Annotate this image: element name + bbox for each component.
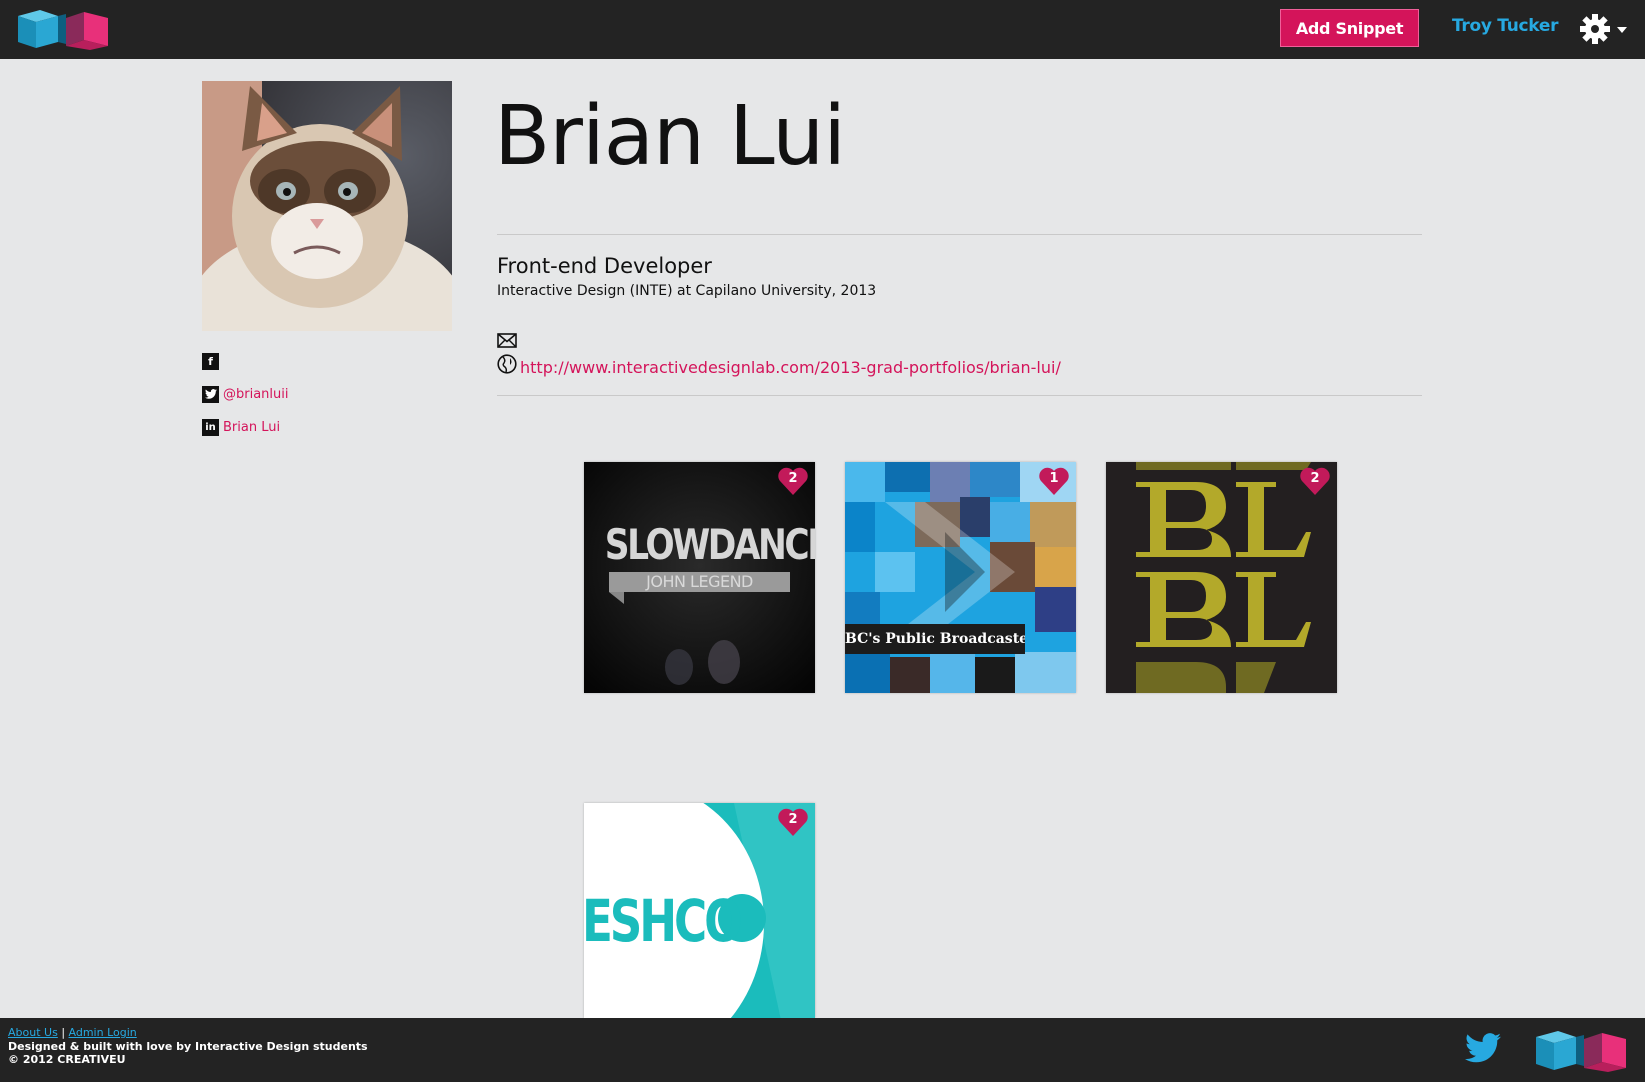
snippet-thumbnail	[1106, 462, 1337, 693]
job-title: Front-end Developer	[497, 254, 712, 278]
snippet-caption: BC's Public Broadcaster	[845, 624, 1025, 654]
like-count: 1	[1049, 471, 1059, 486]
globe-icon	[497, 354, 517, 374]
twitter-handle-link[interactable]: @brianluii	[223, 387, 289, 402]
creativeu-logo[interactable]	[1536, 1028, 1628, 1072]
linkedin-name-link[interactable]: Brian Lui	[223, 420, 280, 435]
avatar	[202, 81, 452, 331]
footer: About Us | Admin Login Designed & built …	[0, 1018, 1645, 1082]
like-badge[interactable]: 2	[1299, 466, 1331, 496]
facebook-icon[interactable]: f	[202, 352, 219, 370]
add-snippet-button[interactable]: Add Snippet	[1280, 9, 1419, 47]
footer-links: About Us | Admin Login	[8, 1026, 137, 1039]
like-count: 2	[1310, 471, 1320, 486]
program-info: Interactive Design (INTE) at Capilano Un…	[497, 283, 877, 299]
footer-copyright: © 2012 CREATIVEU	[8, 1053, 126, 1066]
snippet-subtitle: JOHN LEGEND	[609, 572, 790, 592]
linkedin-link-row: in Brian Lui	[202, 418, 280, 436]
about-us-link[interactable]: About Us	[8, 1026, 58, 1039]
snippet-tile[interactable]: 2	[1106, 462, 1337, 693]
footer-tagline: Designed & built with love by Interactiv…	[8, 1040, 368, 1053]
footer-separator: |	[61, 1026, 66, 1039]
twitter-icon[interactable]	[1465, 1033, 1501, 1063]
creativeu-logo[interactable]	[18, 8, 110, 50]
linkedin-icon[interactable]: in	[202, 418, 219, 436]
divider	[497, 395, 1422, 396]
snippet-tile[interactable]: BC's Public Broadcaster 1	[845, 462, 1076, 693]
like-badge[interactable]: 1	[1038, 466, 1070, 496]
facebook-link[interactable]: f	[202, 352, 219, 370]
like-count: 2	[788, 471, 798, 486]
mail-icon[interactable]	[497, 333, 517, 348]
admin-login-link[interactable]: Admin Login	[69, 1026, 137, 1039]
like-badge[interactable]: 2	[777, 466, 809, 496]
snippet-wordmark: ESHCO	[584, 887, 743, 955]
top-navbar: Add Snippet Troy Tucker	[0, 0, 1645, 59]
website-link[interactable]: http://www.interactivedesignlab.com/2013…	[520, 358, 1061, 377]
divider	[497, 234, 1422, 235]
twitter-icon[interactable]	[202, 385, 219, 403]
chevron-down-icon	[1617, 27, 1627, 33]
snippet-tile[interactable]: ESHCO 2	[584, 803, 815, 1018]
snippet-tile[interactable]: SLOWDANCE JOHN LEGEND 2	[584, 462, 815, 693]
user-name-link[interactable]: Troy Tucker	[1452, 16, 1558, 40]
like-badge[interactable]: 2	[777, 807, 809, 837]
profile-name: Brian Lui	[494, 89, 846, 184]
snippet-thumbnail	[845, 462, 1076, 693]
twitter-link-row: @brianluii	[202, 385, 289, 403]
snippet-title: SLOWDANCE	[604, 520, 815, 569]
gear-icon[interactable]	[1578, 12, 1630, 46]
like-count: 2	[788, 812, 798, 827]
